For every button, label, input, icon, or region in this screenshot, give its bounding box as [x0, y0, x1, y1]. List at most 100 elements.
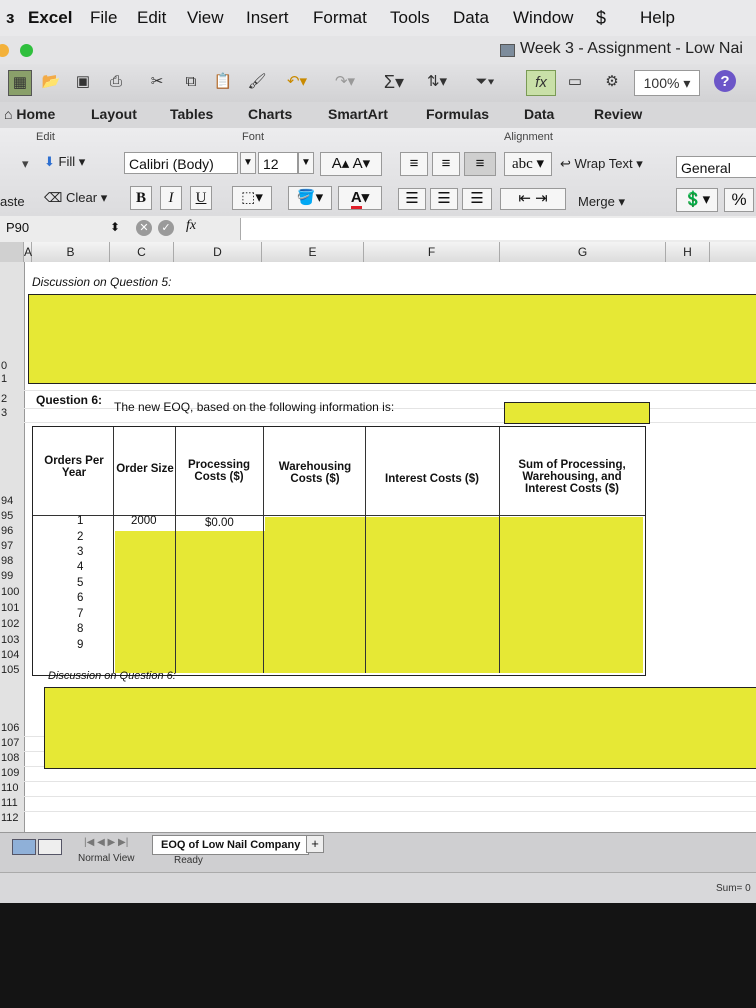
- tab-home[interactable]: ⌂ Home: [4, 106, 55, 122]
- align-center-icon[interactable]: ☰: [430, 188, 458, 210]
- orders-cell[interactable]: 3: [77, 546, 83, 558]
- zoom-window-icon[interactable]: [20, 44, 33, 57]
- font-name-field[interactable]: Calibri (Body): [124, 152, 238, 174]
- select-all-corner[interactable]: [0, 242, 24, 262]
- open-icon[interactable]: 📂: [40, 70, 62, 94]
- row-header[interactable]: 95: [0, 510, 25, 522]
- name-box-stepper-icon[interactable]: ⬍: [110, 220, 120, 234]
- tab-review[interactable]: Review: [594, 106, 642, 122]
- script-icon[interactable]: $: [596, 8, 606, 29]
- font-size-field[interactable]: 12: [258, 152, 298, 174]
- fill-color-button[interactable]: 🪣▾: [288, 186, 332, 210]
- orders-cell[interactable]: 1: [77, 515, 83, 527]
- undo-icon[interactable]: ↶▾: [282, 70, 312, 94]
- cut-icon[interactable]: ✂: [146, 70, 168, 94]
- underline-button[interactable]: U: [190, 186, 212, 210]
- sheet-nav-arrows-icon[interactable]: |◀ ◀ ▶ ▶|: [84, 837, 128, 848]
- menu-window[interactable]: Window: [513, 8, 573, 28]
- orders-cell[interactable]: 7: [77, 608, 83, 620]
- row-header[interactable]: 107: [0, 737, 25, 749]
- processing-cost-cell[interactable]: $0.00: [205, 517, 234, 529]
- toolbox-icon[interactable]: ⚙: [598, 70, 626, 94]
- eoq-answer-cell[interactable]: [504, 402, 650, 424]
- row-header[interactable]: 98: [0, 555, 25, 567]
- row-header[interactable]: 104: [0, 649, 25, 661]
- column-header-g[interactable]: G: [500, 242, 666, 262]
- minimize-icon[interactable]: [0, 44, 9, 57]
- tab-data[interactable]: Data: [524, 106, 554, 122]
- row-header[interactable]: 94: [0, 495, 25, 507]
- italic-button[interactable]: I: [160, 186, 182, 210]
- font-name-dropdown-icon[interactable]: ▼: [240, 152, 256, 174]
- wrap-text-button[interactable]: ↩ Wrap Text ▾: [560, 156, 643, 172]
- save-icon[interactable]: ▣: [72, 70, 94, 94]
- row-header[interactable]: 1: [0, 373, 25, 385]
- column-header-h[interactable]: H: [666, 242, 710, 262]
- new-workbook-icon[interactable]: ▦: [8, 70, 32, 96]
- discussion-q5-box[interactable]: [28, 294, 756, 384]
- row-header[interactable]: 100: [0, 586, 25, 598]
- orders-cell[interactable]: 8: [77, 623, 83, 635]
- column-header-a[interactable]: A: [24, 242, 32, 262]
- gallery-icon[interactable]: ▭: [562, 70, 588, 94]
- row-header[interactable]: 97: [0, 540, 25, 552]
- align-right-icon[interactable]: ☰: [462, 188, 492, 210]
- row-header[interactable]: 106: [0, 722, 25, 734]
- number-format-field[interactable]: General: [676, 156, 756, 178]
- text-orientation-button[interactable]: abc ▾: [504, 152, 552, 176]
- tab-tables[interactable]: Tables: [170, 106, 213, 122]
- column-header-i[interactable]: [710, 242, 756, 262]
- row-header[interactable]: 99: [0, 570, 25, 582]
- menu-tools[interactable]: Tools: [390, 8, 430, 28]
- menu-format[interactable]: Format: [313, 8, 367, 28]
- row-header[interactable]: 101: [0, 602, 25, 614]
- menu-excel[interactable]: Excel: [28, 8, 72, 28]
- print-icon[interactable]: ⎙: [104, 70, 128, 94]
- row-header[interactable]: 102: [0, 618, 25, 630]
- orders-cell[interactable]: 9: [77, 639, 83, 651]
- function-icon[interactable]: fx: [526, 70, 556, 96]
- redo-icon[interactable]: ↷▾: [330, 70, 360, 94]
- row-header[interactable]: 0: [0, 360, 25, 372]
- sort-icon[interactable]: ⇅▾: [420, 70, 454, 94]
- font-size-dropdown-icon[interactable]: ▼: [298, 152, 314, 174]
- tab-formulas[interactable]: Formulas: [426, 106, 489, 122]
- align-top-icon[interactable]: ≡: [400, 152, 428, 176]
- help-icon[interactable]: ?: [714, 70, 736, 92]
- format-painter-icon[interactable]: 🖌: [244, 70, 270, 94]
- percent-button[interactable]: %: [724, 188, 754, 212]
- name-box[interactable]: P90: [6, 220, 96, 238]
- grow-shrink-font-button[interactable]: A▴ A▾: [320, 152, 382, 176]
- align-left-icon[interactable]: ☰: [398, 188, 426, 210]
- insert-function-button[interactable]: fx: [186, 218, 196, 234]
- align-bottom-icon[interactable]: ≡: [464, 152, 496, 176]
- row-header[interactable]: 108: [0, 752, 25, 764]
- column-header-e[interactable]: E: [262, 242, 364, 262]
- row-header[interactable]: 105: [0, 664, 25, 676]
- enter-icon[interactable]: ✓: [158, 220, 174, 236]
- cancel-icon[interactable]: ✕: [136, 220, 152, 236]
- paste-dropdown-icon[interactable]: ▾: [22, 156, 29, 172]
- align-middle-icon[interactable]: ≡: [432, 152, 460, 176]
- row-header[interactable]: 3: [0, 407, 25, 419]
- menu-view[interactable]: View: [187, 8, 224, 28]
- orders-cell[interactable]: 6: [77, 592, 83, 604]
- column-header-f[interactable]: F: [364, 242, 500, 262]
- indent-buttons[interactable]: ⇤ ⇥: [500, 188, 566, 210]
- row-header[interactable]: 2: [0, 393, 25, 405]
- bold-button[interactable]: B: [130, 186, 152, 210]
- menu-insert[interactable]: Insert: [246, 8, 289, 28]
- menu-help[interactable]: Help: [640, 8, 675, 28]
- row-header[interactable]: 96: [0, 525, 25, 537]
- menu-edit[interactable]: Edit: [137, 8, 166, 28]
- discussion-q6-box[interactable]: [44, 687, 756, 769]
- borders-button[interactable]: ⬚▾: [232, 186, 272, 210]
- filter-icon[interactable]: ⏷▾: [470, 70, 500, 94]
- add-sheet-button[interactable]: +: [306, 835, 324, 853]
- orders-cell[interactable]: 2: [77, 531, 83, 543]
- tab-charts[interactable]: Charts: [248, 106, 292, 122]
- clear-button[interactable]: ⌫ Clear ▾: [44, 190, 107, 206]
- page-layout-view-icon[interactable]: [38, 839, 62, 855]
- fill-button[interactable]: ⬇ Fill ▾: [44, 154, 85, 170]
- tab-layout[interactable]: Layout: [91, 106, 137, 122]
